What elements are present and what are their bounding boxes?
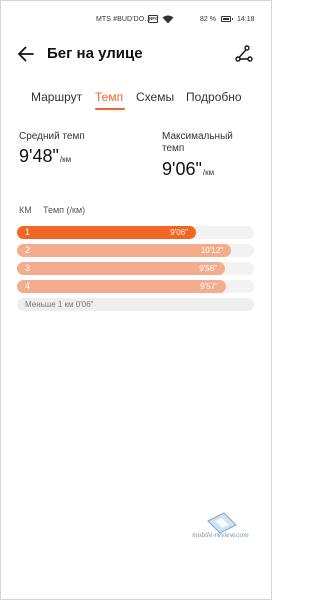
max-pace-unit: /км (202, 168, 215, 177)
split-pace-value: 9'57" (200, 282, 218, 291)
max-pace-number: 9'06" (162, 159, 202, 179)
screen-frame: MTS #BUD'DO... NFC 82 % 14:18 Бег на ули… (0, 0, 272, 600)
app-header: Бег на улице (1, 41, 271, 69)
split-pace-value: 9'06" (170, 228, 188, 237)
tab-bar: Маршрут Темп Схемы Подробно (1, 90, 271, 112)
share-icon[interactable] (234, 44, 254, 64)
arrow-left-icon[interactable] (16, 44, 36, 64)
split-bar: 1 9'06" (17, 226, 196, 239)
tab-details[interactable]: Подробно (186, 90, 242, 104)
column-pace: Темп (/км) (43, 205, 86, 215)
split-km-index: 4 (25, 281, 31, 291)
status-time: 14:18 (237, 16, 255, 23)
max-pace-value: 9'06"/км (162, 159, 214, 180)
column-km: КМ (19, 205, 32, 215)
avg-pace-value: 9'48"/км (19, 146, 71, 167)
split-bar: 4 9'57" (17, 280, 226, 293)
split-km-index: 2 (25, 245, 31, 255)
battery-percent: 82 % (200, 16, 216, 23)
split-km-index: 1 (25, 227, 31, 237)
split-pace-value: 9'56" (199, 264, 217, 273)
avg-pace-unit: /км (59, 155, 72, 164)
max-pace-label-line2: темп (162, 143, 185, 154)
battery-icon (221, 16, 233, 22)
avg-pace-number: 9'48" (19, 146, 59, 166)
carrier-name: MTS #BUD'DO... (96, 16, 151, 23)
split-bar: 3 9'56" (17, 262, 225, 275)
less-than-km-text: Меньше 1 км 0'06" (25, 300, 94, 309)
nfc-icon: NFC (148, 15, 159, 23)
split-pace-value: 10'12" (200, 246, 223, 255)
tab-route[interactable]: Маршрут (31, 90, 82, 104)
avg-pace-label: Средний темп (19, 131, 85, 142)
active-tab-indicator (95, 108, 125, 110)
tab-charts[interactable]: Схемы (136, 90, 174, 104)
max-pace-label-line1: Максимальный (162, 131, 233, 142)
less-than-km-row: Меньше 1 км 0'06" (17, 298, 254, 311)
page-title: Бег на улице (47, 45, 143, 62)
wifi-signal-icon (162, 15, 174, 24)
watermark-text: mobile-review.com (192, 532, 249, 539)
split-bar: 2 10'12" (17, 244, 231, 257)
status-bar: MTS #BUD'DO... NFC 82 % 14:18 (1, 14, 271, 28)
tab-pace[interactable]: Темп (95, 90, 123, 104)
split-km-index: 3 (25, 263, 31, 273)
